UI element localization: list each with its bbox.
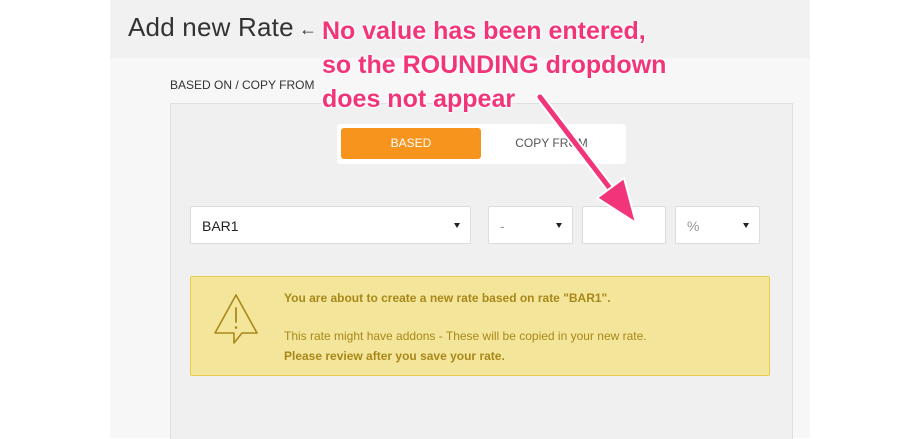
annotation-line: so the ROUNDING dropdown [322,51,667,79]
annotation-line: does not appear [322,85,516,113]
annotation-callout: No value has been entered, so the ROUNDI… [322,14,666,116]
annotation-line: No value has been entered, [322,17,646,45]
